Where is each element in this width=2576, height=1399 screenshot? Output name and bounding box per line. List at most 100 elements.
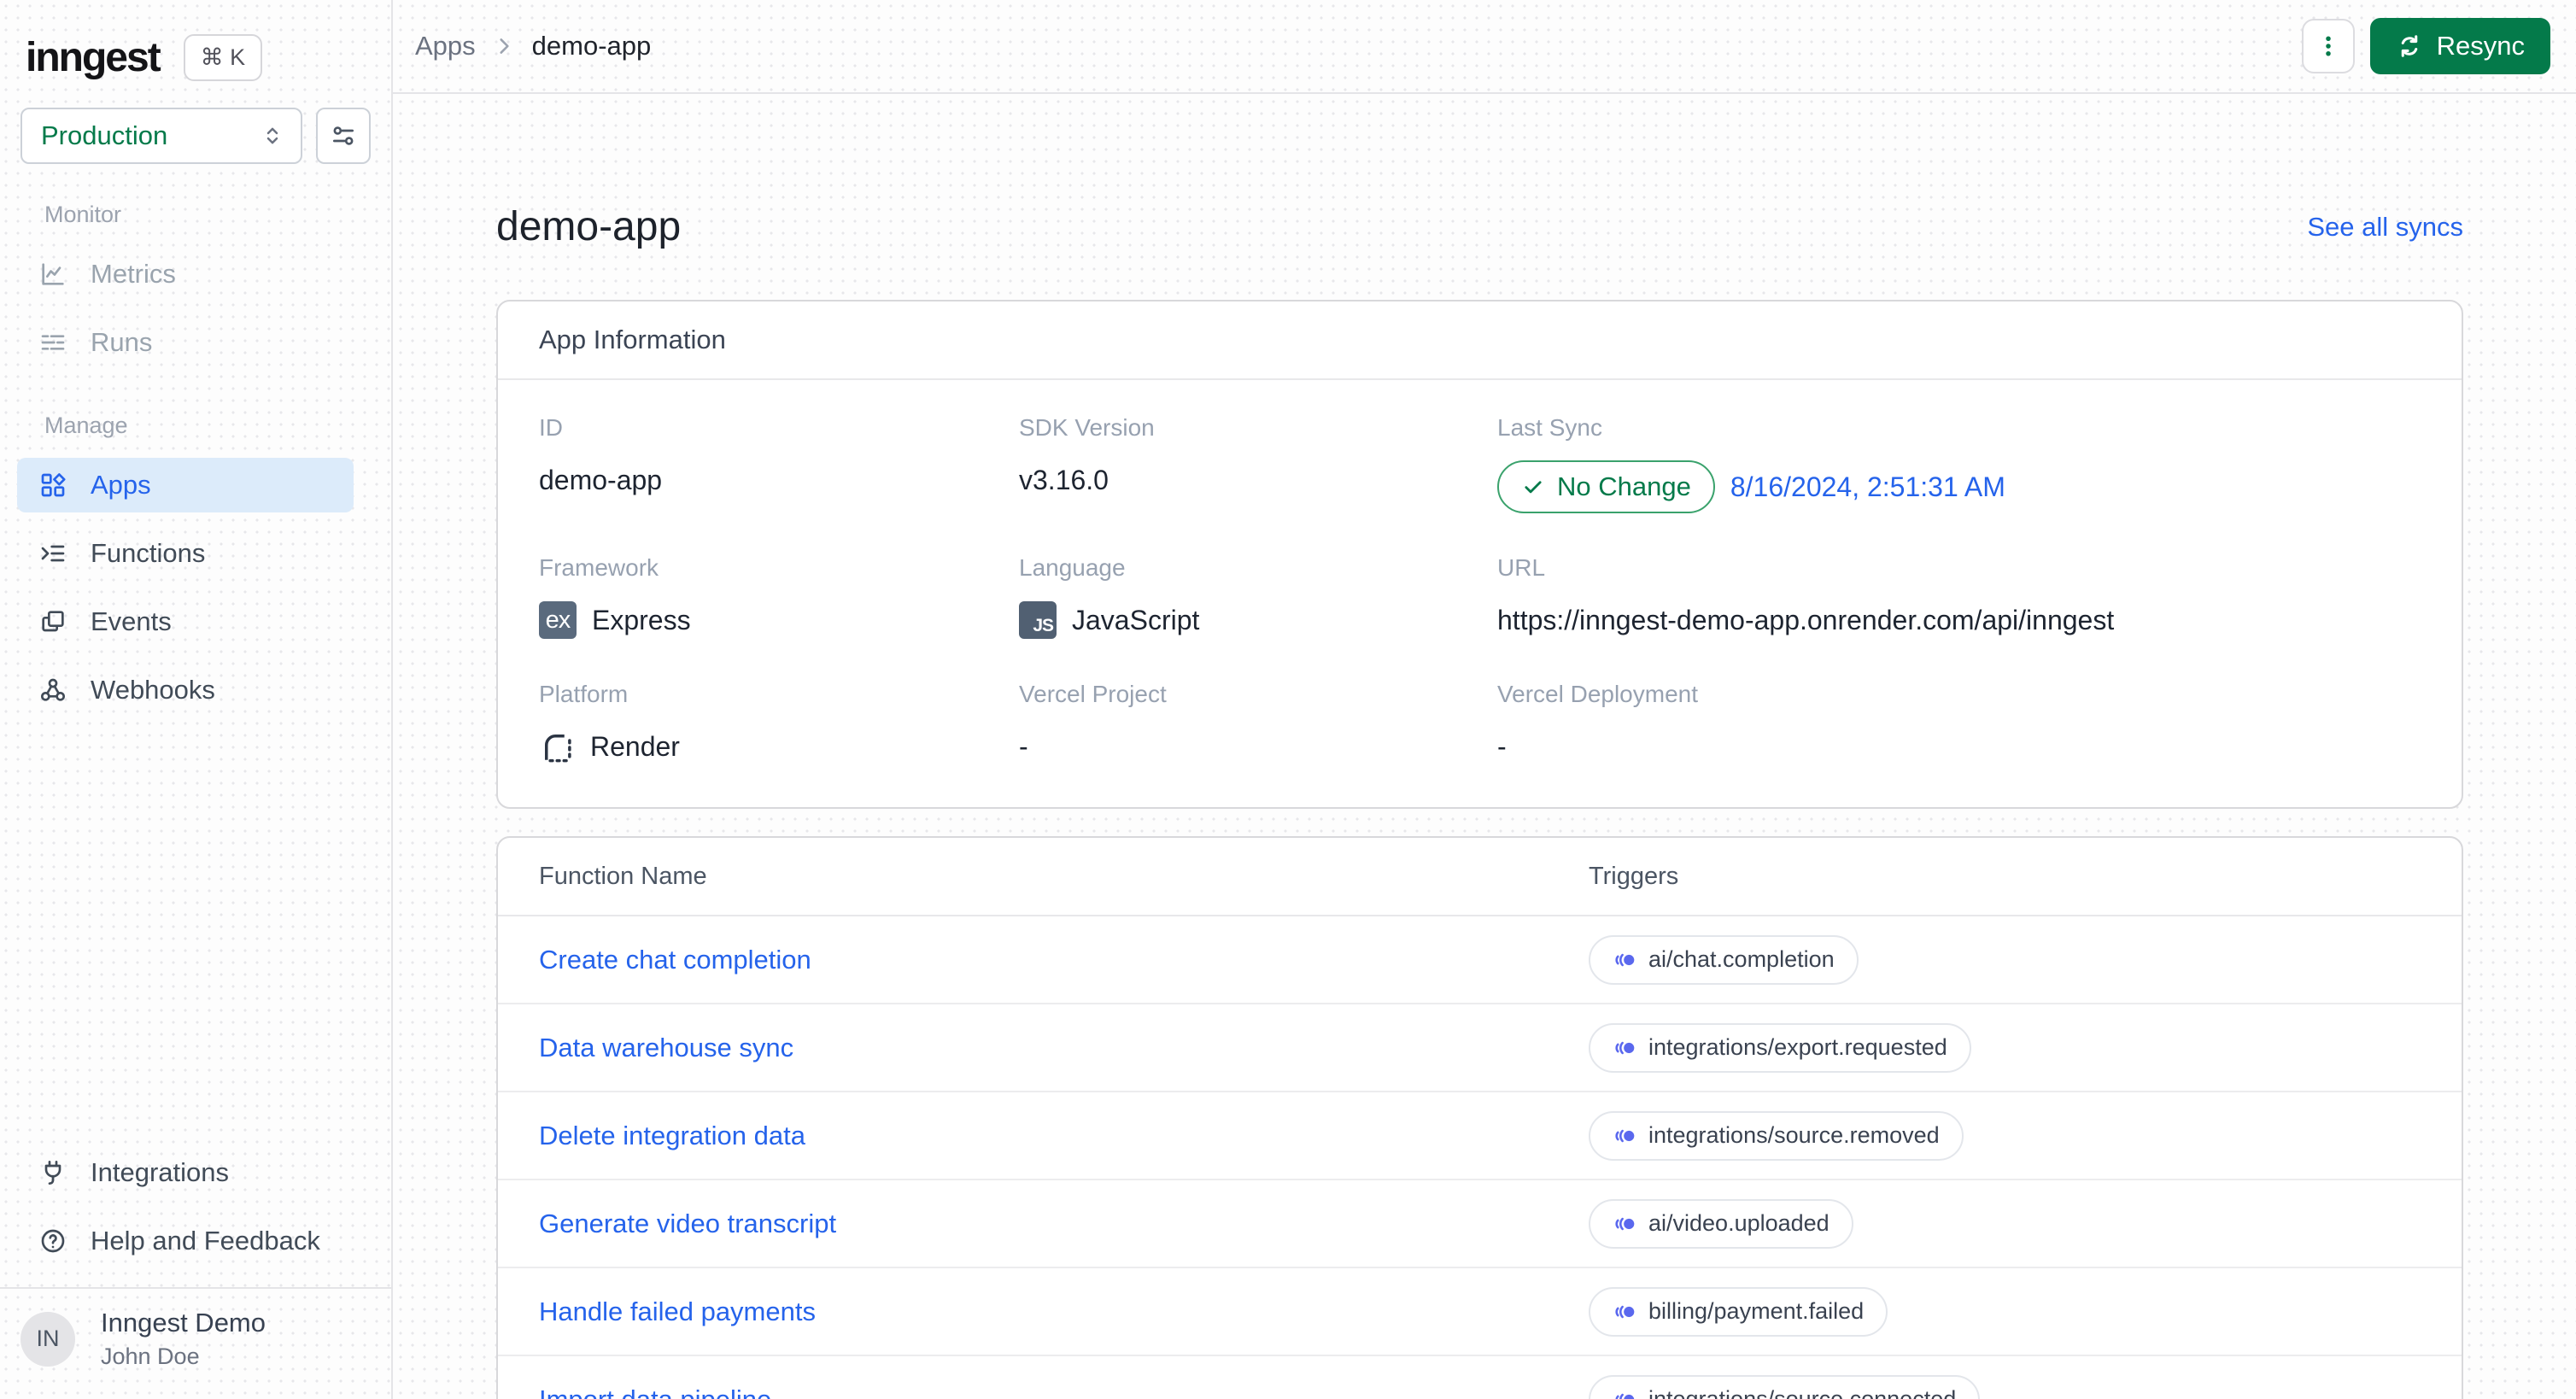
field-label: SDK Version [1019, 414, 1155, 441]
field-label: Platform [539, 681, 629, 707]
field-label: Last Sync [1497, 414, 1602, 441]
topbar-actions: Resync [2301, 18, 2550, 74]
field-framework: Framework ex Express [539, 554, 1019, 640]
topbar: Apps demo-app Resync [393, 0, 2576, 94]
field-language: Language JS JavaScript [1019, 554, 1497, 640]
function-link[interactable]: Create chat completion [539, 945, 1589, 975]
trigger-name: integrations/export.requested [1648, 1034, 1947, 1060]
sidebar-item-metrics[interactable]: Metrics [17, 247, 354, 301]
environment-filter-button[interactable] [316, 108, 371, 164]
sidebar-item-label: Metrics [91, 259, 176, 289]
environment-select[interactable]: Production [20, 108, 302, 164]
event-trigger-icon [1613, 1124, 1636, 1148]
chevron-right-icon [493, 35, 515, 57]
breadcrumb-apps-link[interactable]: Apps [415, 31, 476, 61]
user-display-name: John Doe [101, 1343, 200, 1369]
sidebar: inngest ⌘ K Production Monitor Metrics R… [0, 0, 393, 1399]
express-icon: ex [539, 601, 577, 639]
main-content: demo-app See all syncs App Information I… [393, 94, 2576, 1399]
event-trigger-icon [1613, 1212, 1636, 1236]
function-list-icon [39, 540, 67, 567]
environment-row: Production [0, 108, 391, 164]
trigger-badge[interactable]: integrations/export.requested [1589, 1022, 1971, 1073]
user-menu[interactable]: IN Inngest Demo John Doe [0, 1289, 391, 1390]
sidebar-nav: Monitor Metrics Runs Manage Apps Functio… [0, 202, 391, 731]
trigger-badge[interactable]: ai/chat.completion [1589, 934, 1859, 985]
see-all-syncs-link[interactable]: See all syncs [2307, 212, 2463, 243]
trigger-badge[interactable]: integrations/source.removed [1589, 1110, 1964, 1161]
url-value: https://inngest-demo-app.onrender.com/ap… [1497, 604, 2115, 635]
app-root: inngest ⌘ K Production Monitor Metrics R… [0, 0, 2576, 1399]
table-row: Create chat completion ai/chat.completio… [498, 916, 2462, 1004]
sidebar-item-apps[interactable]: Apps [17, 458, 354, 512]
kebab-menu-icon [2315, 33, 2341, 59]
function-link[interactable]: Data warehouse sync [539, 1033, 1589, 1063]
field-vercel-project: Vercel Project - [1019, 681, 1497, 766]
sidebar-item-label: Apps [91, 470, 151, 500]
function-link[interactable]: Handle failed payments [539, 1297, 1589, 1327]
field-id: ID demo-app [539, 414, 1019, 513]
table-row: Delete integration data integrations/sou… [498, 1092, 2462, 1180]
trigger-badge[interactable]: ai/video.uploaded [1589, 1198, 1853, 1249]
app-information-title: App Information [498, 301, 2462, 380]
column-function-name: Function Name [539, 862, 707, 890]
table-row: Handle failed payments billing/payment.f… [498, 1268, 2462, 1356]
title-row: demo-app See all syncs [496, 203, 2463, 250]
sidebar-footer: Integrations Help and Feedback IN Innges… [0, 1145, 391, 1399]
resync-label: Resync [2436, 31, 2525, 61]
field-label: Vercel Project [1019, 681, 1167, 707]
resync-button[interactable]: Resync [2369, 18, 2550, 74]
avatar: IN [20, 1311, 75, 1367]
apps-grid-icon [39, 471, 67, 499]
javascript-icon: JS [1019, 601, 1057, 639]
sidebar-item-label: Webhooks [91, 675, 215, 705]
inngest-logo: inngest [26, 34, 161, 80]
app-id-value: demo-app [539, 464, 663, 495]
function-link[interactable]: Import data pipeline [539, 1384, 1589, 1399]
render-icon [539, 729, 575, 764]
last-sync-timestamp-link[interactable]: 8/16/2024, 2:51:31 AM [1730, 471, 2005, 503]
sidebar-item-label: Runs [91, 327, 153, 357]
sidebar-item-webhooks[interactable]: Webhooks [17, 663, 354, 717]
more-options-button[interactable] [2301, 19, 2355, 73]
monitor-section-label: Monitor [44, 202, 122, 227]
content-column: Apps demo-app Resync demo-app See all sy… [393, 0, 2576, 1399]
function-link[interactable]: Generate video transcript [539, 1209, 1589, 1239]
field-vercel-deployment: Vercel Deployment - [1497, 681, 2421, 766]
field-platform: Platform Render [539, 681, 1019, 766]
sidebar-item-integrations[interactable]: Integrations [17, 1145, 354, 1200]
sidebar-item-runs[interactable]: Runs [17, 315, 354, 370]
trigger-badge[interactable]: billing/payment.failed [1589, 1286, 1888, 1337]
field-sdk-version: SDK Version v3.16.0 [1019, 414, 1497, 513]
question-circle-icon [39, 1227, 67, 1255]
manage-section-label: Manage [44, 413, 128, 438]
status-text: No Change [1557, 471, 1691, 501]
event-trigger-icon [1613, 1300, 1636, 1324]
function-link[interactable]: Delete integration data [539, 1121, 1589, 1151]
nav-section-monitor: Monitor Metrics Runs [0, 202, 391, 370]
sidebar-item-help-feedback[interactable]: Help and Feedback [17, 1214, 354, 1268]
table-row: Generate video transcript ai/video.uploa… [498, 1180, 2462, 1268]
app-information-card: App Information ID demo-app SDK Version … [496, 300, 2463, 809]
sidebar-item-functions[interactable]: Functions [17, 526, 354, 581]
trigger-badge[interactable]: integrations/source.connected [1589, 1374, 1981, 1399]
breadcrumb: Apps demo-app [415, 31, 651, 61]
event-trigger-icon [1613, 948, 1636, 972]
functions-table-header: Function Name Triggers [498, 838, 2462, 916]
vercel-deployment-value: - [1497, 730, 1507, 762]
chevron-up-down-icon [260, 123, 285, 149]
framework-value: Express [592, 604, 691, 635]
trigger-name: integrations/source.connected [1648, 1386, 1957, 1399]
sync-icon [2396, 32, 2423, 60]
plug-icon [39, 1159, 67, 1186]
page-title: demo-app [496, 204, 682, 249]
sidebar-item-label: Functions [91, 538, 206, 568]
app-information-grid: ID demo-app SDK Version v3.16.0 Last Syn… [498, 380, 2462, 807]
sidebar-item-events[interactable]: Events [17, 594, 354, 649]
field-label: URL [1497, 554, 1546, 581]
no-change-status-badge[interactable]: No Change [1497, 460, 1715, 513]
table-row: Import data pipeline integrations/source… [498, 1356, 2462, 1399]
command-k-shortcut[interactable]: ⌘ K [183, 33, 263, 81]
check-icon [1521, 475, 1545, 499]
